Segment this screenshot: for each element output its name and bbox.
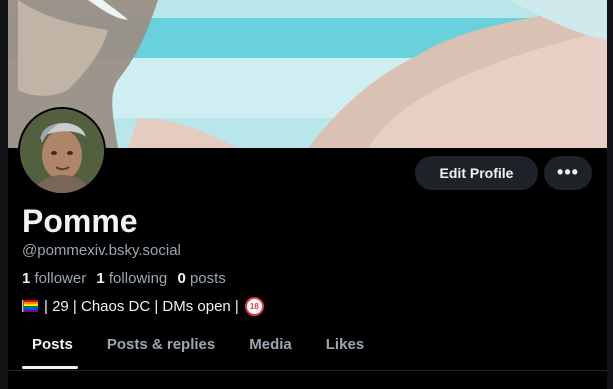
no-under-18-icon: 18 — [244, 297, 264, 316]
following-stat[interactable]: 1 following — [96, 270, 167, 287]
posts-stat: 0 posts — [177, 270, 225, 287]
profile-handle: @pommexiv.bsky.social — [22, 242, 181, 259]
tab-posts[interactable]: Posts — [32, 336, 73, 370]
more-options-icon: ••• — [557, 162, 579, 182]
tab-media[interactable]: Media — [249, 336, 292, 370]
active-tab-indicator — [22, 366, 78, 369]
following-label: following — [108, 270, 168, 287]
followers-label: follower — [34, 270, 87, 287]
tab-posts-and-replies[interactable]: Posts & replies — [107, 336, 215, 370]
tab-likes[interactable]: Likes — [326, 336, 364, 370]
profile-display-name: Pomme — [22, 203, 138, 239]
followers-count: 1 — [22, 270, 31, 287]
followers-stat[interactable]: 1 follower — [22, 270, 86, 287]
bio-text: | 29 | Chaos DC | DMs open | — [44, 298, 239, 315]
window-edge-right — [607, 0, 613, 389]
edit-profile-button[interactable]: Edit Profile — [415, 156, 538, 190]
posts-label: posts — [189, 270, 226, 287]
avatar[interactable] — [18, 107, 106, 195]
tabs-divider — [8, 370, 607, 371]
posts-count: 0 — [177, 270, 186, 287]
rainbow-flag-icon — [22, 299, 38, 312]
window-edge-left — [0, 0, 8, 389]
profile-page: Edit Profile ••• Pomme @pommexiv.bsky.so… — [0, 0, 613, 389]
profile-tabs: Posts Posts & replies Media Likes — [22, 336, 398, 370]
following-count: 1 — [96, 270, 105, 287]
profile-bio: | 29 | Chaos DC | DMs open | 18 — [22, 297, 264, 316]
profile-stats: 1 follower 1 following 0 posts — [22, 270, 232, 287]
more-options-button[interactable]: ••• — [544, 156, 592, 190]
